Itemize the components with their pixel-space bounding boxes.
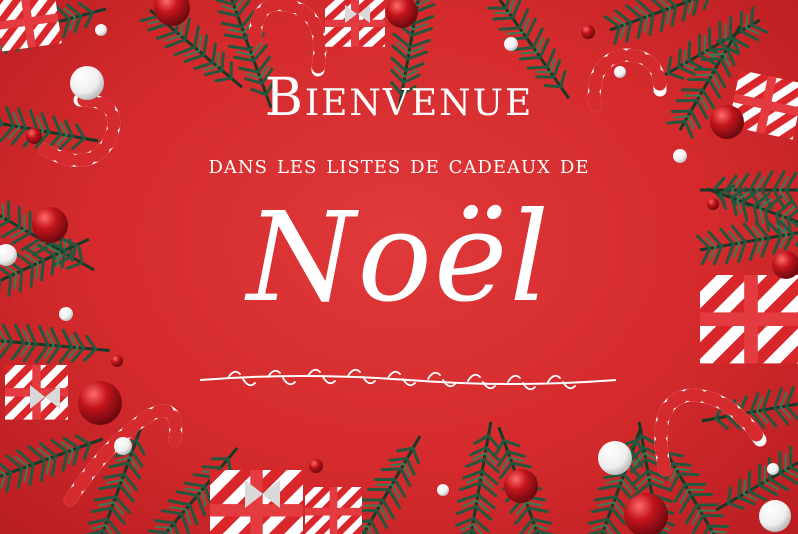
- noel-script-text: Noël: [246, 186, 552, 330]
- vine-divider: [199, 368, 617, 391]
- welcome-subtitle: dans les listes de cadeaux de: [208, 150, 590, 179]
- welcome-title: Bienvenue: [264, 68, 534, 128]
- christmas-banner: Bienvenue dans les listes de cadeaux de …: [0, 0, 798, 534]
- greeting-block: Bienvenue dans les listes de cadeaux de …: [0, 0, 798, 534]
